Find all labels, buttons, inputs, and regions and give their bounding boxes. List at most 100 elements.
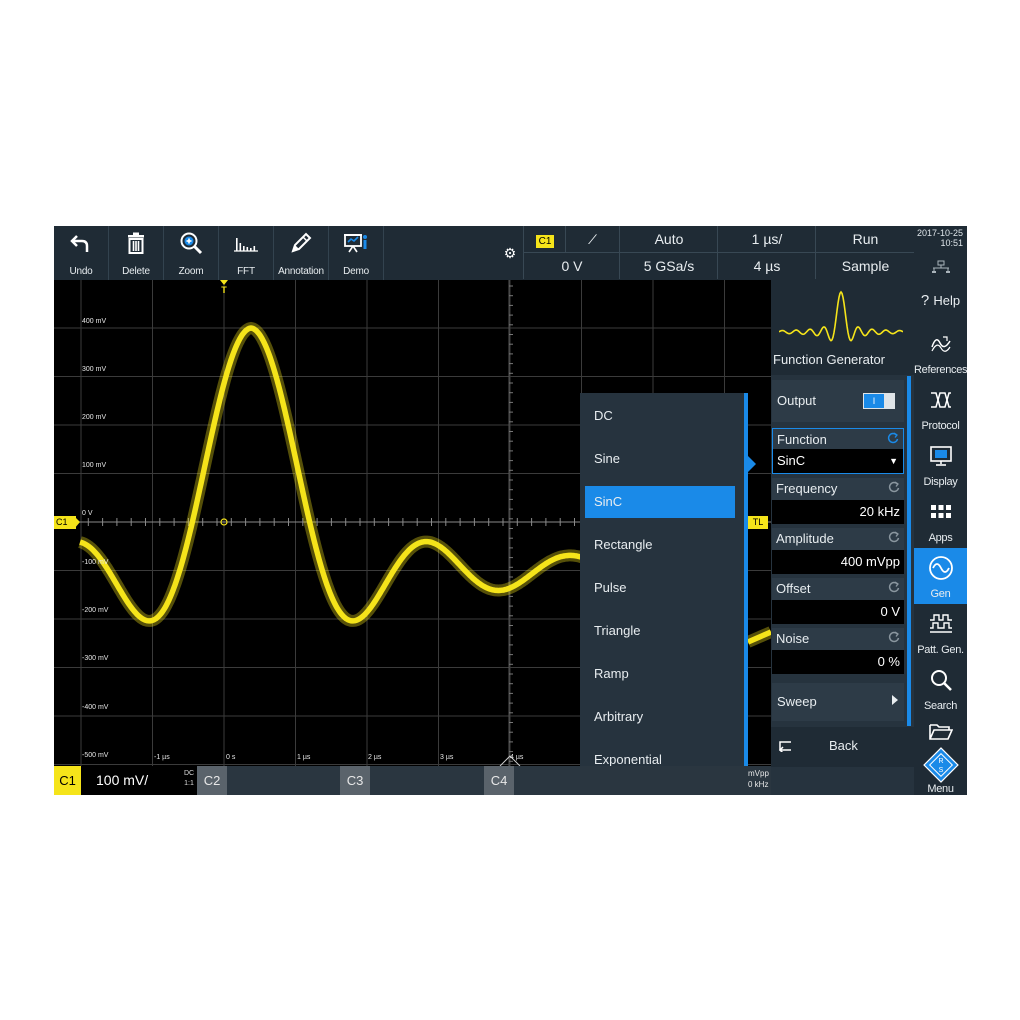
noise-field[interactable]: 0 % bbox=[772, 650, 904, 674]
help-button[interactable]: ? Help bbox=[914, 280, 967, 328]
zoom-icon bbox=[164, 229, 218, 257]
fft-button[interactable]: FFT bbox=[219, 226, 274, 280]
time-text: 10:51 bbox=[940, 238, 963, 248]
y-tick-label: 100 mV bbox=[82, 462, 107, 469]
amplitude-field[interactable]: 400 mVpp bbox=[772, 550, 904, 574]
trash-icon bbox=[109, 229, 163, 257]
trigger-slope[interactable]: ∕ bbox=[565, 226, 620, 253]
zoom-label: Zoom bbox=[178, 266, 204, 277]
undo-label: Undo bbox=[69, 266, 93, 277]
y-tick-label: 200 mV bbox=[82, 414, 107, 421]
back-label: Back bbox=[829, 738, 858, 753]
date-text: 2017-10-25 bbox=[916, 228, 963, 238]
noise-row[interactable]: Noise 0 % bbox=[772, 628, 904, 674]
function-row[interactable]: Function SinC ▼ bbox=[772, 428, 904, 474]
function-option-pulse[interactable]: Pulse bbox=[585, 572, 735, 604]
gen-frequency-partial: 0 kHz bbox=[748, 780, 769, 789]
rising-edge-icon: ∕ bbox=[591, 231, 595, 247]
frequency-row[interactable]: Frequency 20 kHz bbox=[772, 478, 904, 524]
c4-button[interactable]: C4 bbox=[484, 766, 514, 795]
y-tick-label: -300 mV bbox=[82, 655, 109, 662]
refresh-icon bbox=[888, 581, 900, 593]
sweep-row[interactable]: Sweep bbox=[772, 683, 904, 721]
gear-icon: ⚙ bbox=[503, 245, 517, 261]
refresh-icon bbox=[888, 481, 900, 493]
gen-icon bbox=[914, 554, 967, 582]
search-label: Search bbox=[923, 700, 958, 712]
function-generator-panel: Function Generator Output I Function Sin… bbox=[771, 280, 914, 795]
apps-label: Apps bbox=[928, 532, 953, 544]
function-option-triangle[interactable]: Triangle bbox=[585, 615, 735, 647]
frequency-field[interactable]: 20 kHz bbox=[772, 500, 904, 524]
menu-label: Menu bbox=[927, 783, 954, 795]
function-option-sinc[interactable]: SinC bbox=[585, 486, 735, 518]
run-state[interactable]: Run bbox=[815, 226, 915, 253]
x-tick-label: -1 µs bbox=[154, 754, 170, 761]
trigger-mode[interactable]: Auto bbox=[619, 226, 718, 253]
menu-logo-icon: RS bbox=[922, 746, 960, 784]
display-icon bbox=[914, 442, 967, 470]
svg-text:S: S bbox=[939, 767, 944, 774]
settings-button[interactable]: ⚙ bbox=[497, 226, 523, 280]
offset-field[interactable]: 0 V bbox=[772, 600, 904, 624]
zoom-button[interactable]: Zoom bbox=[164, 226, 219, 280]
search-button[interactable]: Search bbox=[914, 660, 967, 716]
apps-button[interactable]: Apps bbox=[914, 492, 967, 548]
network-icon bbox=[914, 253, 967, 280]
c1-scale[interactable]: 100 mV/ bbox=[81, 766, 181, 795]
trigger-level[interactable]: 0 V bbox=[523, 253, 620, 279]
function-option-dc[interactable]: DC bbox=[585, 400, 735, 432]
file-button[interactable] bbox=[914, 716, 967, 746]
references-button[interactable]: References bbox=[914, 324, 967, 380]
sample-rate[interactable]: 5 GSa/s bbox=[619, 253, 718, 279]
time-scale[interactable]: 1 µs/ bbox=[717, 226, 816, 253]
trigger-position-marker[interactable]: T bbox=[220, 280, 228, 295]
trigger-source[interactable]: C1 bbox=[523, 226, 566, 253]
undo-button[interactable]: Undo bbox=[54, 226, 109, 280]
amplitude-label: Amplitude bbox=[776, 531, 834, 546]
function-option-sine[interactable]: Sine bbox=[585, 443, 735, 475]
y-tick-label: 300 mV bbox=[82, 366, 107, 373]
function-option-arbitrary[interactable]: Arbitrary bbox=[585, 701, 735, 733]
display-button[interactable]: Display bbox=[914, 436, 967, 492]
function-select[interactable]: SinC ▼ bbox=[773, 449, 903, 473]
function-value: SinC bbox=[777, 453, 806, 468]
x-tick-label: 4 µs bbox=[510, 754, 524, 761]
offset-label: Offset bbox=[776, 581, 811, 596]
c1-coupling[interactable]: DC 1:1 bbox=[181, 766, 197, 795]
demo-button[interactable]: Demo bbox=[329, 226, 384, 280]
function-label: Function bbox=[777, 432, 827, 447]
refresh-icon bbox=[888, 631, 900, 643]
time-position[interactable]: 4 µs bbox=[717, 253, 816, 279]
side-menu: ? Help References Protocol Display Apps … bbox=[914, 280, 967, 795]
delete-button[interactable]: Delete bbox=[109, 226, 164, 280]
refresh-icon bbox=[888, 531, 900, 543]
c2-button[interactable]: C2 bbox=[197, 766, 227, 795]
toolbar: Undo Delete Zoom FFT Annotation Demo bbox=[54, 226, 497, 280]
chevron-down-icon: ▼ bbox=[889, 456, 898, 466]
c1-button[interactable]: C1 bbox=[54, 766, 81, 795]
channel-offset-marker[interactable]: C1 bbox=[54, 516, 76, 529]
pattern-gen-button[interactable]: Patt. Gen. bbox=[914, 604, 967, 660]
back-arrow-icon bbox=[778, 741, 791, 752]
gen-button[interactable]: Gen bbox=[914, 548, 967, 604]
channel-marker-label: C1 bbox=[56, 517, 68, 527]
help-label: Help bbox=[933, 293, 961, 308]
sinc-wave-icon bbox=[779, 290, 903, 342]
c3-button[interactable]: C3 bbox=[340, 766, 370, 795]
output-toggle[interactable]: I bbox=[863, 393, 895, 409]
annotation-button[interactable]: Annotation bbox=[274, 226, 329, 280]
gen-label: Gen bbox=[930, 588, 951, 600]
function-option-ramp[interactable]: Ramp bbox=[585, 658, 735, 690]
acquisition-mode[interactable]: Sample bbox=[815, 253, 915, 279]
function-option-rectangle[interactable]: Rectangle bbox=[585, 529, 735, 561]
y-tick-label: -400 mV bbox=[82, 704, 109, 711]
trigger-level-marker[interactable]: TL bbox=[748, 516, 768, 529]
protocol-button[interactable]: Protocol bbox=[914, 380, 967, 436]
menu-button[interactable]: RS Menu bbox=[914, 746, 967, 795]
pen-icon bbox=[274, 229, 328, 257]
amplitude-row[interactable]: Amplitude 400 mVpp bbox=[772, 528, 904, 574]
offset-row[interactable]: Offset 0 V bbox=[772, 578, 904, 624]
back-button[interactable]: Back bbox=[771, 727, 914, 767]
oscilloscope-screen: Undo Delete Zoom FFT Annotation Demo ⚙ C… bbox=[54, 226, 967, 795]
